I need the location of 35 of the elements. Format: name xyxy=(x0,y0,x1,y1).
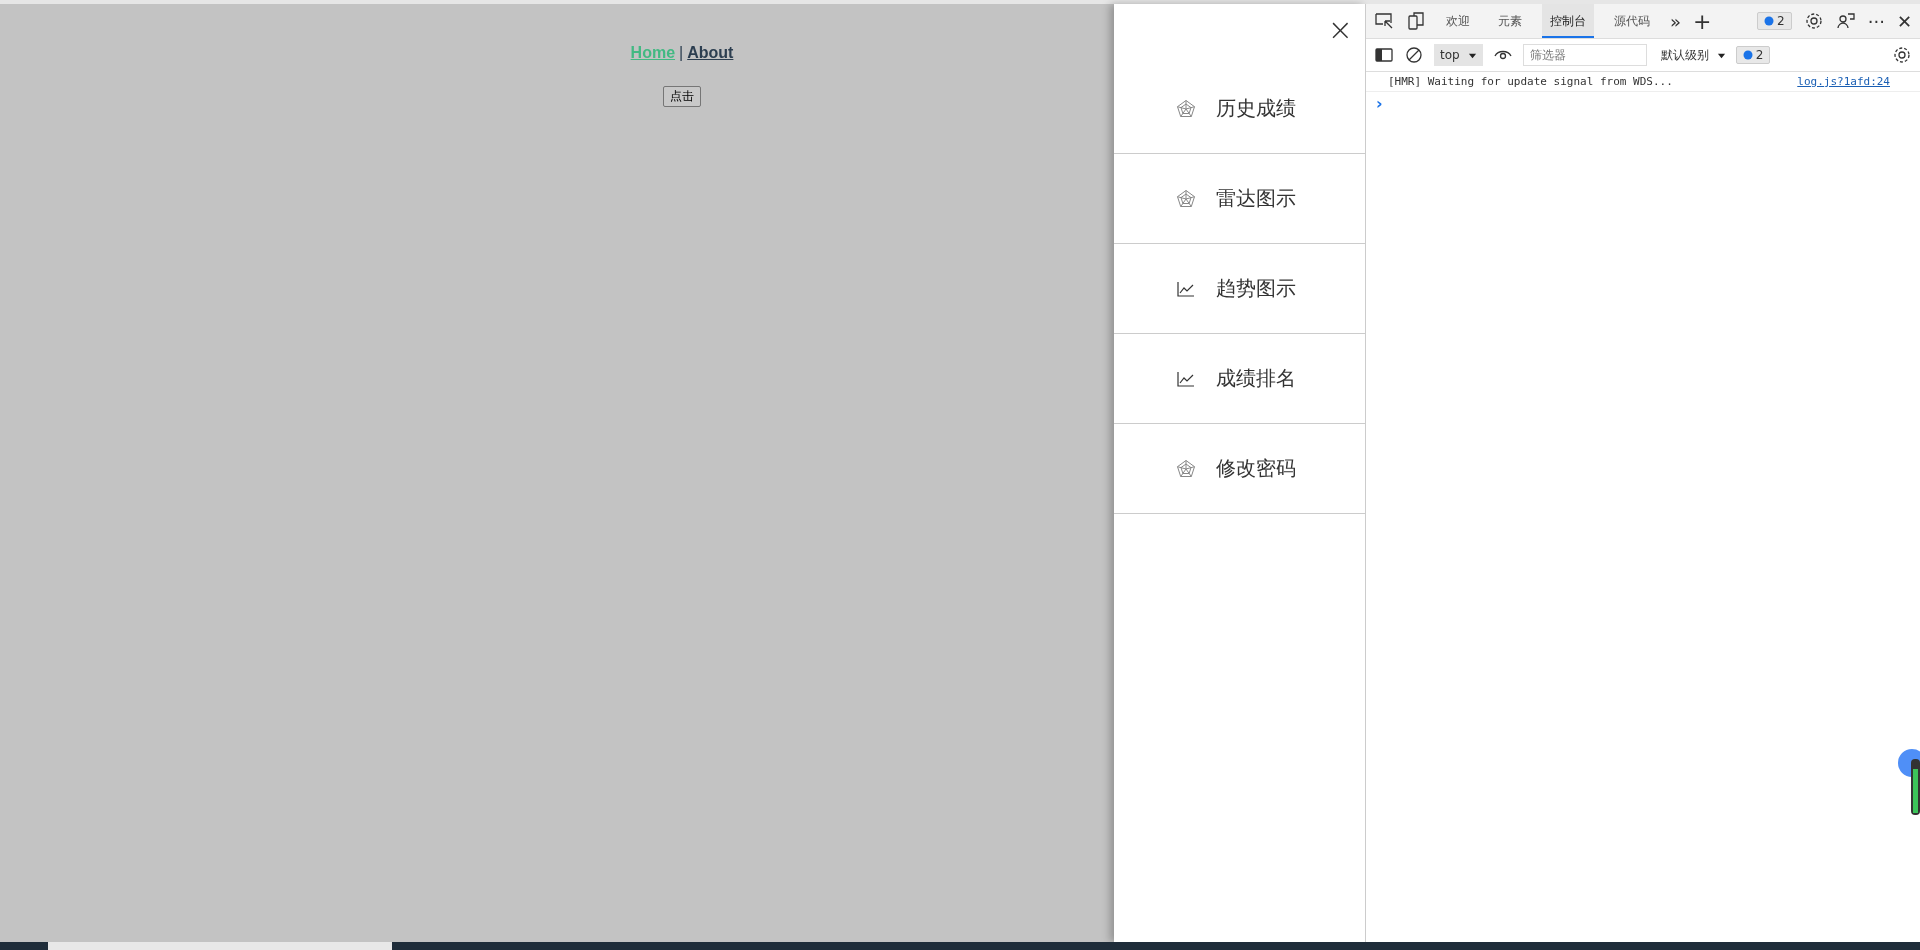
devtools-tab[interactable]: 欢迎 xyxy=(1438,4,1478,38)
radar-chart-icon xyxy=(1176,188,1196,209)
more-tabs-button[interactable]: » xyxy=(1670,10,1681,32)
feedback-icon[interactable] xyxy=(1835,11,1856,31)
console-prompt[interactable]: › xyxy=(1376,94,1383,113)
menu-item[interactable]: 历史成绩 xyxy=(1114,64,1365,154)
add-tab-button[interactable]: + xyxy=(1693,8,1712,34)
filter-field[interactable]: 筛选器 xyxy=(1522,44,1647,66)
clear-icon[interactable] xyxy=(1404,45,1424,65)
nav-separator: | xyxy=(679,44,684,62)
settings-icon[interactable] xyxy=(1803,11,1824,31)
nav-link[interactable]: About xyxy=(687,44,734,62)
issues-badge[interactable]: 2 xyxy=(1757,12,1792,30)
issues-badge[interactable]: 2 xyxy=(1735,46,1771,64)
menu-item[interactable]: 雷达图示 xyxy=(1114,154,1365,244)
menu-item[interactable]: 趋势图示 xyxy=(1114,244,1365,334)
source-link[interactable]: log.js?1afd:24 xyxy=(1797,75,1890,88)
close-button[interactable]: × xyxy=(1327,18,1353,42)
console-message: [HMR] Waiting for update signal from WDS... xyxy=(1388,75,1673,88)
sidebar-toggle-icon[interactable] xyxy=(1374,45,1394,65)
level-dropdown[interactable]: 默认级别 xyxy=(1660,46,1726,64)
devtools-tab[interactable]: 源代码 xyxy=(1606,4,1658,38)
devtools-tab[interactable]: 控制台 xyxy=(1542,4,1594,38)
close-button[interactable]: ✕ xyxy=(1896,10,1912,32)
device-icon[interactable] xyxy=(1406,11,1426,31)
context-dropdown[interactable]: top xyxy=(1434,44,1483,66)
radar-chart-icon xyxy=(1176,98,1196,119)
click-button[interactable]: 点击 xyxy=(663,86,701,107)
devtools-tab[interactable]: 元素 xyxy=(1490,4,1530,38)
inspect-icon[interactable] xyxy=(1374,11,1394,31)
menu-item[interactable]: 修改密码 xyxy=(1114,424,1365,514)
radar-chart-icon xyxy=(1176,458,1196,479)
menu-item[interactable]: 成绩排名 xyxy=(1114,334,1365,424)
more-menu-button[interactable]: ··· xyxy=(1867,10,1885,32)
settings-icon[interactable] xyxy=(1892,45,1912,65)
